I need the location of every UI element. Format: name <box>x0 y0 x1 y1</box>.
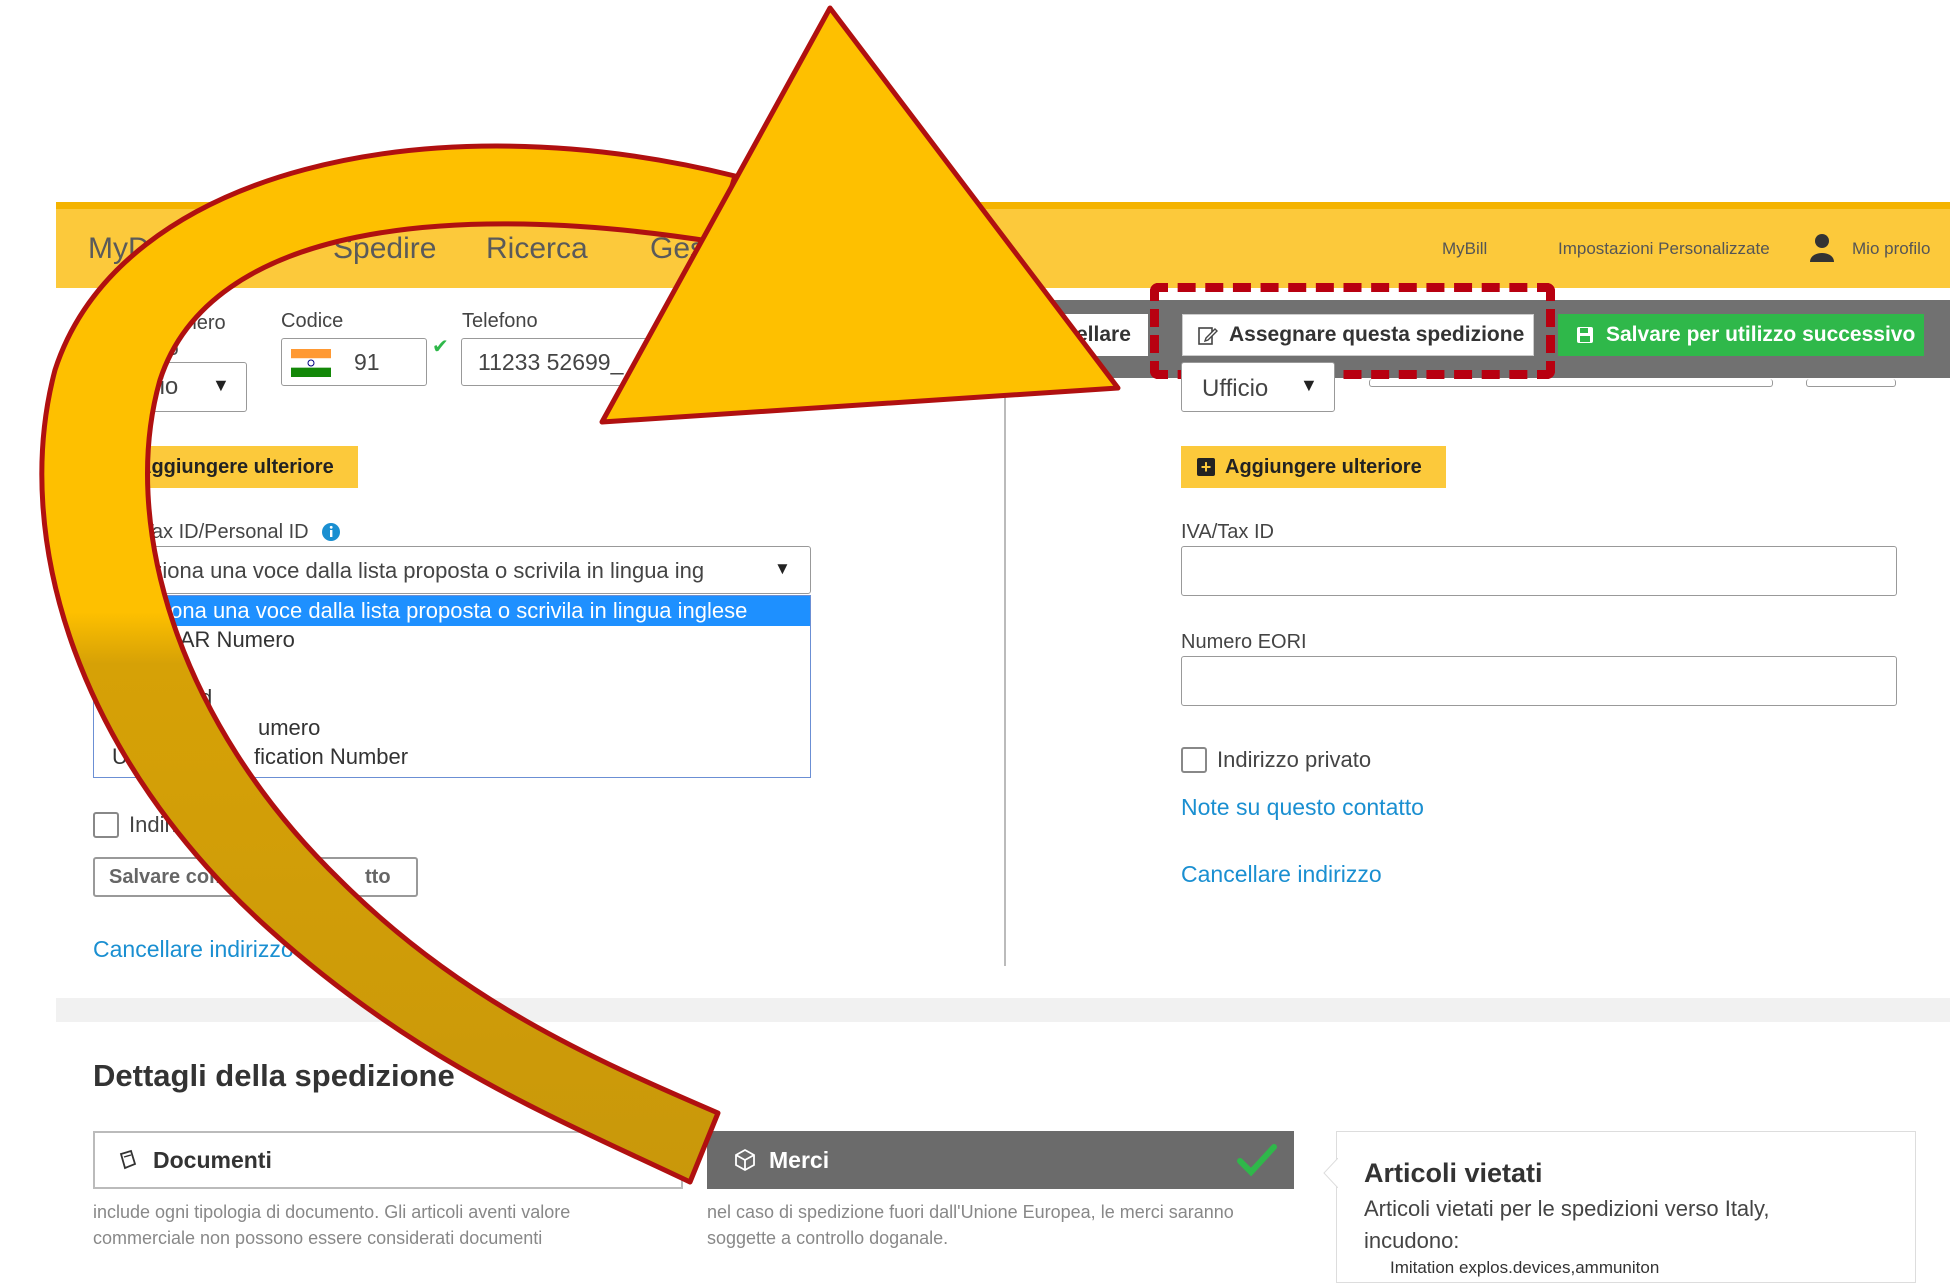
prohibited-text: Articoli vietati per le spedizioni verso… <box>1364 1196 1770 1253</box>
add-more-button-right[interactable]: + Aggiungere ulteriore <box>1181 446 1446 488</box>
private-address-label-left: Indirizzo <box>129 812 211 837</box>
documents-help: include ogni tipologia di documento. Gli… <box>93 1202 571 1248</box>
eori-label: Numero EORI <box>1181 631 1307 653</box>
tax-id-select[interactable]: eleziona una voce dalla lista proposta o… <box>93 546 811 594</box>
save-contact-label-tail: tto <box>365 866 391 888</box>
nav-profile[interactable]: Mio profilo <box>1852 239 1930 259</box>
dropdown-option-prefix: P <box>112 685 127 710</box>
country-code-value: 91 <box>354 349 380 375</box>
save-for-later-label: Salvare per utilizzo successivo <box>1606 323 1916 346</box>
dropdown-option[interactable]: umero <box>258 715 320 741</box>
prohibited-item: Imitation explos.devices,ammuniton <box>1390 1258 1660 1277</box>
tax-id-label: dia Tax ID/Personal ID <box>110 521 309 543</box>
floppy-icon <box>1577 327 1593 343</box>
tax-id-select-value: eleziona una voce dalla lista proposta o… <box>122 558 705 583</box>
user-icon[interactable] <box>1808 232 1836 262</box>
dropdown-option[interactable]: d <box>200 685 212 711</box>
callout-pointer <box>1323 1158 1338 1188</box>
contact-notes-link[interactable]: Note su questo contatto <box>1181 794 1424 821</box>
checkmark-icon <box>1237 1144 1277 1177</box>
goods-tab[interactable]: Merci <box>707 1131 1294 1189</box>
phone-input-right[interactable] <box>1369 379 1773 387</box>
dropdown-option-prefix: Pa <box>112 715 139 740</box>
private-address-label-right: Indirizzo privato <box>1217 747 1372 772</box>
plus-icon: + <box>109 458 127 476</box>
private-address-checkbox-left[interactable] <box>93 812 119 838</box>
save-for-later-button[interactable]: Salvare per utilizzo successivo <box>1558 314 1924 356</box>
dropdown-option[interactable]: HAR Numero <box>164 627 295 653</box>
vat-label: IVA/Tax ID <box>1181 521 1274 543</box>
documents-tab[interactable]: Documenti <box>93 1131 683 1189</box>
plus-icon: + <box>1197 458 1215 476</box>
vat-input[interactable] <box>1181 546 1897 596</box>
cancel-button[interactable]: ellare <box>1040 314 1148 356</box>
chevron-down-icon: ▼ <box>212 375 230 395</box>
phone-type-select-right[interactable]: Ufficio ▼ <box>1181 362 1335 412</box>
tax-id-dropdown[interactable]: eziona una voce dalla lista proposta o s… <box>93 595 811 778</box>
document-icon <box>119 1149 137 1170</box>
dropdown-option[interactable]: eziona una voce dalla lista proposta o s… <box>142 598 747 624</box>
save-contact-label: Salvare come N <box>109 866 258 888</box>
add-more-label-right: Aggiungere ulteriore <box>1225 455 1422 478</box>
nav-manage[interactable]: Gestire <box>650 232 747 266</box>
add-more-label: Aggiungere ulteriore <box>137 455 334 478</box>
goods-tab-label: Merci <box>769 1146 830 1173</box>
chevron-down-icon: ▼ <box>1300 375 1318 395</box>
phone-label: Telefono <box>462 310 538 332</box>
country-code-field[interactable]: 91 <box>281 338 427 386</box>
india-flag-icon <box>291 349 331 377</box>
nav-ship[interactable]: Spedire <box>333 232 436 266</box>
nav-settings[interactable]: Impostazioni Personalizzate <box>1558 239 1770 259</box>
dropdown-option[interactable]: fication Number <box>254 744 408 770</box>
documents-tab-label: Documenti <box>153 1146 272 1173</box>
cancel-address-link-right[interactable]: Cancellare indirizzo <box>1181 861 1382 888</box>
checkmark-icon: ✔ <box>432 336 449 358</box>
info-icon[interactable] <box>321 522 341 542</box>
shipment-title: Dettagli della spedizione <box>93 1058 455 1093</box>
nav-mybill[interactable]: MyBill <box>1442 239 1487 259</box>
cancel-button-label: ellare <box>1076 323 1131 346</box>
extension-input-right[interactable] <box>1806 379 1896 387</box>
phone-value: 11233 52699_ <box>478 349 624 375</box>
goods-help: nel caso di spedizione fuori dall'Unione… <box>707 1202 1234 1248</box>
nav-search[interactable]: Ricerca <box>486 232 588 266</box>
phone-type-value: Ufficio <box>112 373 179 400</box>
code-label: Codice <box>281 310 344 332</box>
box-icon <box>735 1148 755 1172</box>
column-divider <box>1004 288 1006 966</box>
eori-input[interactable] <box>1181 656 1897 706</box>
phone-type-select[interactable]: Ufficio ▼ <box>93 362 247 412</box>
save-contact-button[interactable]: Salvare come N tto <box>93 857 418 897</box>
add-more-button-left[interactable]: + Aggiungere ulteriore <box>93 446 358 488</box>
private-address-checkbox-right[interactable] <box>1181 747 1207 773</box>
phone-type-value-right: Ufficio <box>1202 375 1269 402</box>
phone-type-label: Tipo di numero telefonico <box>93 312 226 360</box>
prohibited-title: Articoli vietati <box>1364 1158 1543 1188</box>
nav-home[interactable]: MyDHL+ home <box>88 232 289 266</box>
phone-input[interactable]: 11233 52699_ <box>461 338 691 386</box>
cancel-address-link-left[interactable]: Cancellare indirizzo <box>93 936 294 963</box>
dropdown-option-prefix: Uniq <box>112 744 158 769</box>
chevron-down-icon: ▼ <box>774 559 791 578</box>
